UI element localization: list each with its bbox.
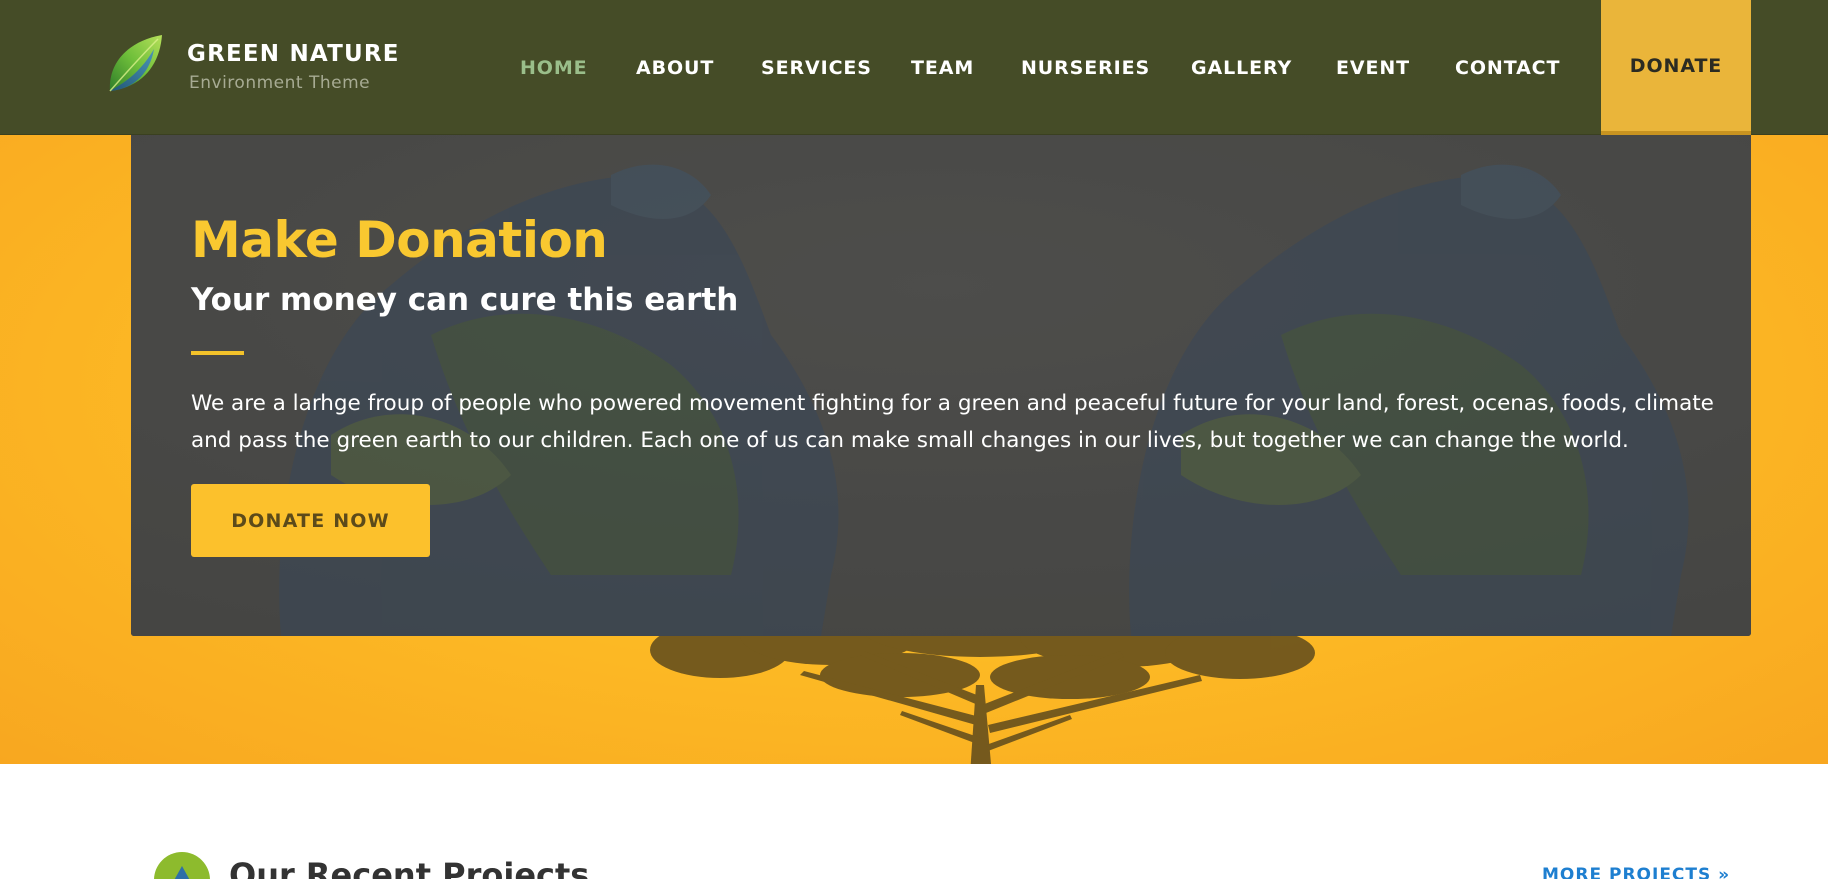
nav-event[interactable]: EVENT	[1336, 56, 1410, 80]
donation-description: We are a larhge froup of people who powe…	[191, 391, 1714, 453]
nav-gallery[interactable]: GALLERY	[1191, 56, 1292, 80]
nav-nurseries[interactable]: NURSERIES	[1021, 56, 1150, 80]
nav-home[interactable]: HOME	[520, 56, 588, 80]
hero-section: Make Donation Your money can cure this e…	[0, 135, 1828, 764]
donation-subtitle: Your money can cure this earth	[191, 282, 739, 318]
tree-icon	[174, 866, 190, 879]
main-nav: HOME ABOUT SERVICES TEAM NURSERIES GALLE…	[0, 0, 1828, 135]
projects-section-icon	[154, 852, 210, 879]
donate-now-button[interactable]: DONATE NOW	[191, 484, 430, 557]
nav-team[interactable]: TEAM	[911, 56, 974, 80]
nav-about[interactable]: ABOUT	[636, 56, 714, 80]
donate-button[interactable]: DONATE	[1601, 0, 1751, 135]
projects-title: Our Recent Projects	[229, 856, 590, 879]
nav-services[interactable]: SERVICES	[761, 56, 872, 80]
donation-title: Make Donation	[191, 211, 608, 269]
recent-projects-section: Our Recent Projects MORE PROJECTS »	[0, 764, 1828, 879]
nav-contact[interactable]: CONTACT	[1455, 56, 1560, 80]
donation-panel: Make Donation Your money can cure this e…	[131, 135, 1751, 636]
site-header: GREEN NATURE Environment Theme HOME ABOU…	[0, 0, 1828, 135]
more-projects-link[interactable]: MORE PROJECTS »	[1542, 865, 1730, 879]
title-divider	[191, 351, 244, 355]
